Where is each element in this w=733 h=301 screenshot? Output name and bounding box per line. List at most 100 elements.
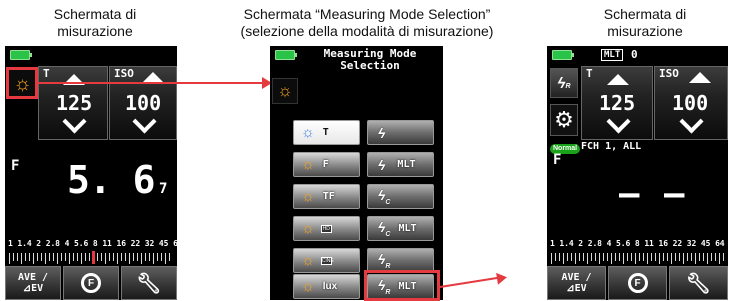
battery-icon [10,50,32,60]
f-scale-major-ticks [9,261,173,264]
status-bar: MLT 0 [547,46,728,64]
iso-panel: ISO 100 [654,66,728,140]
cine-camera-icon: CINE [320,256,334,265]
sun-icon: ☼ [301,156,315,173]
sun-icon: ☼ [277,81,293,100]
mode-label: TF [322,191,335,202]
mode-flash-cord[interactable]: ϟ [367,120,434,145]
hd-camera-icon: HD [320,224,332,233]
f-number-readout: 5. 6 7 [67,158,167,202]
sun-icon: ☼ [301,188,315,205]
mlt-badge: MLT [601,49,624,61]
mode-flash-cordless[interactable]: ϟC [367,184,434,209]
flash-icon: ϟC [378,219,391,238]
caption-middle: Schermata “Measuring Mode Selection” (se… [197,6,537,40]
mode-label: F [322,159,329,170]
shutter-up-arrow[interactable] [607,74,629,85]
f-scale-numbers: 1 1.4 2 2.8 4 5.6 8 11 16 22 32 45 64 90 [550,239,728,248]
menu-button[interactable]: 🔧︎ [121,266,177,300]
mode-flash-cord-mlt[interactable]: ϟ MLT [367,152,434,177]
f-scale-numbers: 1 1.4 2 2.8 4 5.6 8 11 16 22 32 45 64 90 [8,239,177,248]
f-scale-major-ticks [551,261,724,264]
caption-left: Schermata di misurazione [20,6,170,40]
sun-icon: ☼ [301,252,315,269]
radio-subscript: R [385,262,391,270]
cordless-subscript: C [385,230,391,238]
f-scale-ticks [9,253,173,261]
highlight-left-mode [6,67,38,99]
mode-ambient-cine[interactable]: ☼ CINE [293,248,360,273]
flash-icon: ϟ [378,124,386,141]
sun-icon: ☼ [301,124,315,141]
mode-label: MLT [397,159,416,170]
caption-right-line2: misurazione [607,23,683,39]
iso-up-arrow[interactable] [689,72,711,83]
mode-ambient-lux[interactable]: ☼ lux [293,274,360,299]
arrow-to-result-screen [439,276,500,288]
iso-label: ISO [659,67,679,80]
mlt-count: 0 [631,48,638,61]
screen-title: Measuring Mode Selection [310,48,430,72]
function-mode-button[interactable]: ⚙ [550,104,578,136]
sun-icon: ☼ [301,220,315,237]
caption-left-line1: Schermata di [53,6,137,22]
caption-middle-line2: (selezione della modalità di misurazione… [240,23,494,39]
measuring-mode-button[interactable]: ϟR [550,68,578,98]
ev-label: ⊿EV [22,283,44,294]
iso-panel: ISO 100 [109,66,177,140]
menu-button[interactable]: 🔧︎ [669,266,728,300]
status-bar [5,46,177,64]
ev-label: ⊿EV [566,283,587,294]
ave-label: AVE / [561,272,592,283]
ave-ev-button[interactable]: AVE / ⊿EV [5,266,61,300]
mode-flash-cordless-mlt[interactable]: ϟC MLT [367,216,434,241]
battery-icon [275,50,297,60]
flash-icon: ϟC [378,187,391,206]
arrow-to-mode-selection [38,82,264,84]
sun-icon: ☼ [301,278,315,295]
shutter-panel: T 125 [581,66,653,140]
mode-selection-screen: Measuring Mode Selection ☼ ☼ T ϟ ☼ F ϟ M… [270,46,443,300]
wrench-icon: 🔧︎ [136,272,162,295]
title-line2: Selection [340,59,400,72]
mode-ambient-hd[interactable]: ☼ HD [293,216,360,241]
mode-ambient-t[interactable]: ☼ T [293,120,360,145]
flash-icon: ϟR [378,251,391,270]
ave-ev-button[interactable]: AVE / ⊿EV [547,266,606,300]
t-label: T [586,67,593,80]
function-icon: F [81,273,101,293]
function-button[interactable]: F [63,266,119,300]
highlight-radio-mlt [364,270,440,301]
channel-text: FCH 1, ALL [581,141,642,152]
ave-label: AVE / [17,272,49,283]
right-measuring-screen: MLT 0 ϟR ⚙ T 125 ISO 100 Normal FCH 1, A… [547,46,728,300]
cordless-subscript: C [385,198,391,206]
mode-label: MLT [398,223,417,234]
arrow-head-2 [496,271,508,285]
mode-label: T [322,127,329,138]
function-icon: F [627,273,648,293]
f-label: F [553,152,562,168]
caption-left-line2: misurazione [57,23,133,39]
bottom-bar: AVE / ⊿EV F 🔧︎ [5,266,177,300]
shutter-panel: T 125 [38,66,108,140]
caption-right-line1: Schermata di [603,6,687,22]
caption-middle-line1: Schermata “Measuring Mode Selection” [243,6,491,22]
f-scale-marker [92,251,95,264]
flash-icon: ϟ [378,156,386,173]
mode-ambient-tf[interactable]: ☼ TF [293,184,360,209]
f-label: F [11,158,20,174]
status-bar: Measuring Mode Selection [270,46,443,80]
gear-f-icon: ⚙ [554,107,574,132]
f-scale-ticks [551,253,724,261]
wrench-icon: 🔧︎ [685,272,712,295]
bottom-bar: AVE / ⊿EV F 🔧︎ [547,266,728,300]
mode-ambient-f[interactable]: ☼ F [293,152,360,177]
f-number-value: 5. 6 [67,158,156,202]
f-number-value: – – [619,174,687,214]
t-label: T [43,67,50,80]
f-number-tenths: 7 [158,181,168,197]
function-button[interactable]: F [608,266,667,300]
current-mode-icon: ☼ [272,78,298,104]
iso-label: ISO [114,67,134,80]
